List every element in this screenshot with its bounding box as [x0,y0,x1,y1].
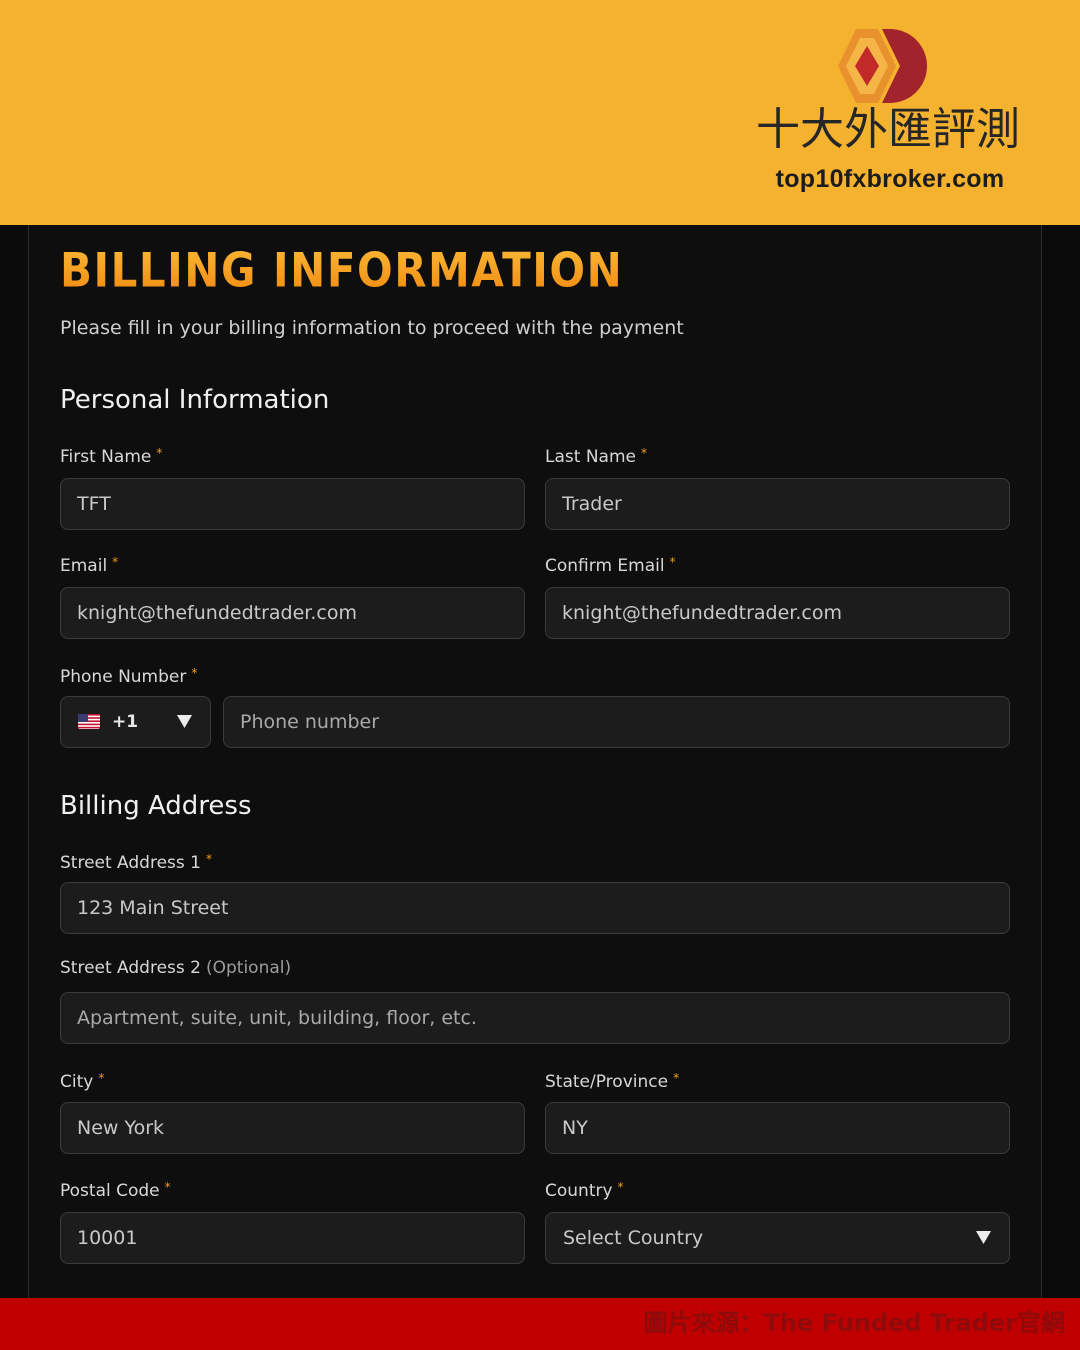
first-name-label-text: First Name [60,447,152,467]
country-label: Country * [545,1176,624,1202]
required-asterisk: * [98,1071,105,1085]
phone-number-input[interactable] [223,696,1010,748]
us-flag-icon [78,714,100,729]
brand-domain: top10fxbroker.com [775,165,1005,193]
last-name-input[interactable] [545,478,1010,530]
street-address-1-label-text: Street Address 1 [60,853,201,873]
page-subtitle: Please fill in your billing information … [60,317,684,339]
first-name-input[interactable] [60,478,525,530]
brand-banner: 十大外匯評測 top10fxbroker.com [0,0,1080,225]
required-asterisk: * [112,555,119,569]
footer-band: 圖片來源：The Funded Trader官網 [0,1298,1080,1350]
confirm-email-input[interactable] [545,587,1010,639]
required-asterisk: * [673,1071,680,1085]
required-asterisk: * [617,1180,624,1194]
street-address-2-input[interactable] [60,992,1010,1044]
state-province-label-text: State/Province [545,1072,669,1092]
brand-name: 十大外匯評測 [756,104,1020,155]
caret-down-icon [177,715,192,728]
page-title: BILLING INFORMATION [60,242,624,298]
postal-code-label: Postal Code * [60,1176,171,1202]
phone-country-select[interactable]: +1 [60,696,211,748]
required-asterisk: * [640,446,647,460]
street-address-1-input[interactable] [60,882,1010,934]
required-asterisk: * [156,446,163,460]
postal-code-input[interactable] [60,1212,525,1264]
last-name-label: Last Name * [545,442,647,468]
country-label-text: Country [545,1181,613,1201]
street-address-2-label: Street Address 2 (Optional) [60,957,291,979]
phone-number-label: Phone Number * [60,662,197,688]
first-name-label: First Name * [60,442,162,468]
required-asterisk: * [669,555,676,569]
email-label-text: Email [60,556,108,576]
confirm-email-label: Confirm Email * [545,551,676,577]
dial-code: +1 [112,712,139,732]
phone-number-label-text: Phone Number [60,667,187,687]
email-input[interactable] [60,587,525,639]
required-asterisk: * [164,1180,171,1194]
caret-down-icon [976,1231,991,1244]
city-label-text: City [60,1072,94,1092]
required-asterisk: * [205,852,212,866]
state-province-label: State/Province * [545,1067,679,1093]
brand-diamond-logo-icon [838,29,927,103]
postal-code-label-text: Postal Code [60,1181,160,1201]
country-select-value: Select Country [563,1227,704,1249]
image-credit: 圖片來源：The Funded Trader官網 [643,1309,1065,1337]
city-input[interactable] [60,1102,525,1154]
optional-note: (Optional) [205,958,292,978]
confirm-email-label-text: Confirm Email [545,556,665,576]
personal-info-heading: Personal Information [60,385,330,415]
street-address-1-label: Street Address 1 * [60,848,212,874]
street-address-2-label-text: Street Address 2 [60,958,201,978]
last-name-label-text: Last Name [545,447,636,467]
state-province-input[interactable] [545,1102,1010,1154]
billing-address-heading: Billing Address [60,791,252,821]
country-select[interactable]: Select Country [545,1212,1010,1264]
email-label: Email * [60,551,118,577]
city-label: City * [60,1067,104,1093]
required-asterisk: * [191,666,198,680]
